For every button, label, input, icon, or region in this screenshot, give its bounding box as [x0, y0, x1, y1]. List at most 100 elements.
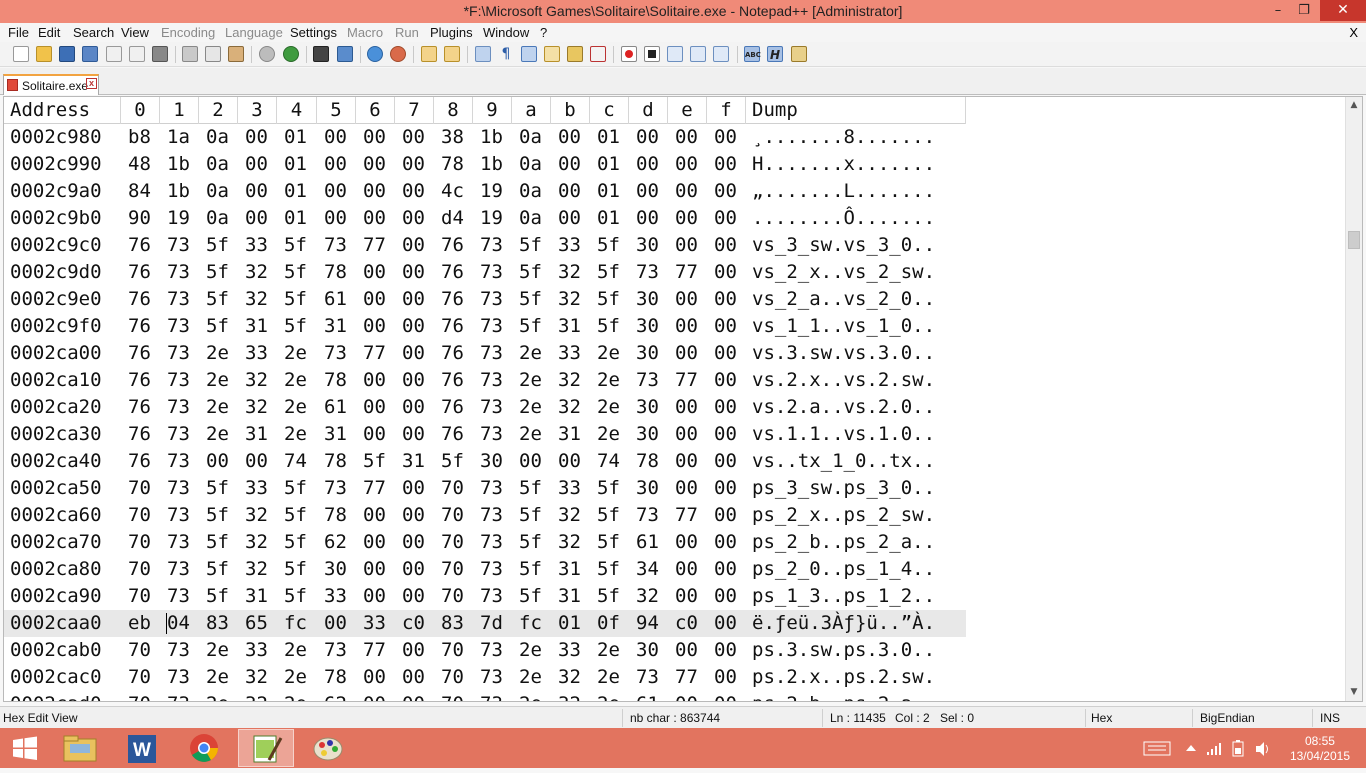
hex-byte[interactable]: c0 — [402, 610, 425, 637]
hex-byte[interactable]: 74 — [284, 448, 307, 475]
hex-byte[interactable]: 5f — [284, 529, 307, 556]
hex-byte[interactable]: 2e — [206, 691, 229, 701]
hex-byte[interactable]: 00 — [675, 124, 698, 151]
undo-icon[interactable] — [259, 46, 275, 62]
hex-byte[interactable]: 5f — [206, 475, 229, 502]
row-dump[interactable]: vs_1_1..vs_1_0.. — [752, 313, 935, 340]
hex-byte[interactable]: 74 — [597, 448, 620, 475]
hex-byte[interactable]: 00 — [714, 259, 737, 286]
run-macro-multiple-icon[interactable] — [690, 46, 706, 62]
hex-byte[interactable]: 00 — [402, 475, 425, 502]
menu-file[interactable]: File — [8, 25, 29, 40]
hex-byte[interactable]: 00 — [675, 556, 698, 583]
hex-byte[interactable]: 31 — [245, 421, 268, 448]
row-dump[interactable]: ps_2_0..ps_1_4.. — [752, 556, 935, 583]
hex-byte[interactable]: 61 — [324, 394, 347, 421]
hex-byte[interactable]: 31 — [558, 583, 581, 610]
hex-byte[interactable]: 00 — [402, 340, 425, 367]
hex-byte[interactable]: 70 — [128, 637, 151, 664]
hex-byte[interactable]: 83 — [441, 610, 464, 637]
hex-byte[interactable]: 73 — [480, 475, 503, 502]
menu-search[interactable]: Search — [73, 25, 114, 40]
hex-byte[interactable]: 00 — [558, 124, 581, 151]
hex-byte[interactable]: 33 — [245, 232, 268, 259]
hex-byte[interactable]: 2e — [597, 367, 620, 394]
hex-byte[interactable]: fc — [284, 610, 307, 637]
hex-byte[interactable]: 5f — [597, 232, 620, 259]
hex-byte[interactable]: 32 — [245, 394, 268, 421]
hex-byte[interactable]: 76 — [441, 367, 464, 394]
taskbar-chrome[interactable] — [176, 729, 232, 767]
hex-byte[interactable]: 5f — [284, 259, 307, 286]
hex-byte[interactable]: 5f — [206, 259, 229, 286]
hex-byte[interactable]: 30 — [636, 475, 659, 502]
hex-byte[interactable]: 2e — [597, 637, 620, 664]
menu-window[interactable]: Window — [483, 25, 529, 40]
hex-byte[interactable]: 76 — [441, 421, 464, 448]
hex-byte[interactable]: 2e — [206, 664, 229, 691]
hex-byte[interactable]: 73 — [167, 448, 190, 475]
show-hidden-icons-icon[interactable] — [1184, 728, 1198, 768]
hex-byte[interactable]: 2e — [519, 394, 542, 421]
hex-byte[interactable]: 73 — [167, 691, 190, 701]
hex-byte[interactable]: 73 — [167, 394, 190, 421]
hex-byte[interactable]: 73 — [480, 313, 503, 340]
hex-byte[interactable]: 5f — [597, 583, 620, 610]
hex-byte[interactable]: 30 — [636, 394, 659, 421]
hex-byte[interactable]: 73 — [480, 259, 503, 286]
hex-byte[interactable]: 2e — [284, 394, 307, 421]
hex-byte[interactable]: 01 — [597, 124, 620, 151]
hex-byte[interactable]: 30 — [636, 637, 659, 664]
taskbar-notepadpp[interactable] — [238, 729, 294, 767]
hex-byte[interactable]: 33 — [558, 637, 581, 664]
restore-button[interactable]: ❐ — [1290, 0, 1318, 21]
network-icon[interactable] — [1205, 728, 1223, 768]
play-macro-icon[interactable] — [667, 46, 683, 62]
hex-row[interactable]: 0002ca00 76 73 2e 33 2e 73 77 00 76 73 2e 33 2e 30 00 00… — [4, 340, 966, 367]
hex-byte[interactable]: 5f — [284, 556, 307, 583]
hex-byte[interactable]: 84 — [128, 178, 151, 205]
hex-byte[interactable]: 76 — [128, 340, 151, 367]
hex-byte[interactable]: 76 — [441, 232, 464, 259]
hex-byte[interactable]: 00 — [324, 205, 347, 232]
hex-byte[interactable]: 77 — [675, 664, 698, 691]
hex-byte[interactable]: 73 — [324, 232, 347, 259]
hex-byte[interactable]: 00 — [363, 556, 386, 583]
hex-byte[interactable]: 33 — [324, 583, 347, 610]
hex-byte[interactable]: 00 — [714, 286, 737, 313]
hex-byte[interactable]: 5f — [597, 313, 620, 340]
hex-byte[interactable]: 00 — [675, 637, 698, 664]
hex-byte[interactable]: 1b — [167, 178, 190, 205]
hex-byte[interactable]: 32 — [558, 502, 581, 529]
hex-byte[interactable]: 00 — [714, 664, 737, 691]
hex-byte[interactable]: 31 — [245, 583, 268, 610]
hex-byte[interactable]: 73 — [480, 394, 503, 421]
hex-byte[interactable]: 01 — [284, 124, 307, 151]
hex-byte[interactable]: 70 — [128, 529, 151, 556]
hex-byte[interactable]: 00 — [675, 475, 698, 502]
spell-check-icon[interactable]: ABC — [744, 46, 761, 62]
hex-byte[interactable]: 90 — [128, 205, 151, 232]
hex-byte[interactable]: 31 — [245, 313, 268, 340]
hex-byte[interactable]: 33 — [245, 475, 268, 502]
hex-byte[interactable]: 00 — [558, 178, 581, 205]
hex-byte[interactable]: 00 — [363, 124, 386, 151]
row-dump[interactable]: ¸.......8....... — [752, 124, 935, 151]
hex-byte[interactable]: 73 — [480, 529, 503, 556]
hex-byte[interactable]: 2e — [519, 421, 542, 448]
hex-byte[interactable]: 01 — [597, 205, 620, 232]
hex-byte[interactable]: 32 — [636, 583, 659, 610]
hex-byte[interactable]: 76 — [128, 313, 151, 340]
hex-byte[interactable]: 2e — [519, 691, 542, 701]
hex-byte[interactable]: 77 — [363, 232, 386, 259]
hex-byte[interactable]: 33 — [363, 610, 386, 637]
hex-byte[interactable]: 62 — [324, 529, 347, 556]
hex-byte[interactable]: 01 — [597, 178, 620, 205]
hex-byte[interactable]: 30 — [636, 421, 659, 448]
hex-byte[interactable]: 5f — [206, 529, 229, 556]
hex-byte[interactable]: 77 — [675, 367, 698, 394]
hex-byte[interactable]: 30 — [636, 313, 659, 340]
hex-byte[interactable]: 73 — [167, 529, 190, 556]
hex-byte[interactable]: 33 — [558, 232, 581, 259]
hex-byte[interactable]: 76 — [128, 232, 151, 259]
